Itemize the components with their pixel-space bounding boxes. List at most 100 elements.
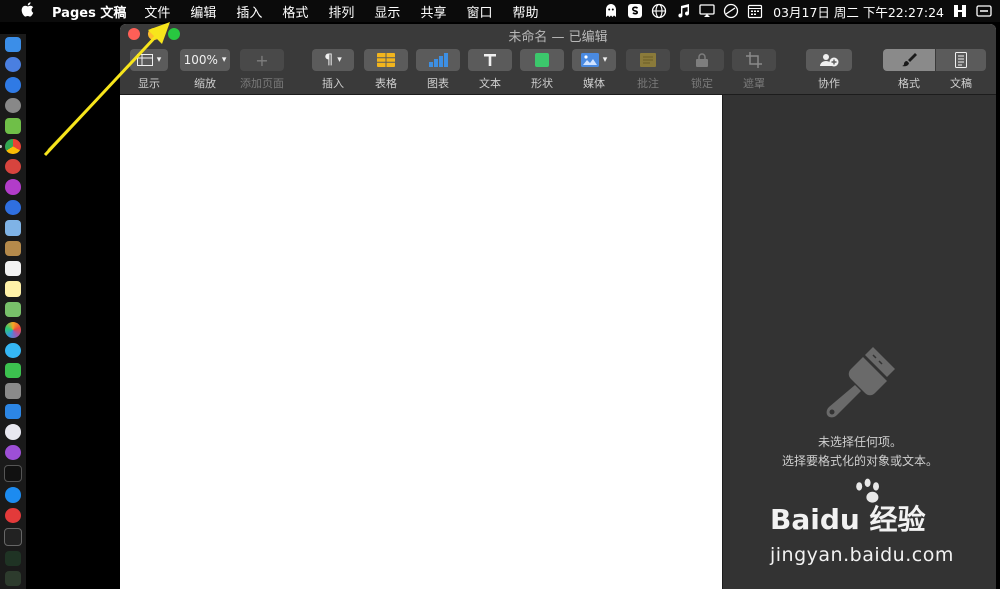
wiki-icon[interactable] [952,3,968,19]
document-tab-button[interactable] [936,49,986,71]
menu-share[interactable]: 共享 [420,2,446,21]
safari-compass-icon[interactable] [5,77,21,93]
switch-icon[interactable] [976,3,992,19]
document-icon [955,52,967,68]
table-label: 表格 [375,77,397,90]
chevron-down-icon: ▾ [602,55,608,65]
chrome-icon[interactable] [0,138,21,154]
podcasts-icon[interactable] [5,444,21,461]
insert-button[interactable]: ¶ ▾ [312,49,354,71]
calendar-app-icon[interactable] [5,260,21,277]
watermark-url: jingyan.baidu.com [770,544,954,566]
menu-view[interactable]: 显示 [374,2,400,21]
mask-button[interactable] [732,49,776,71]
document-label: 文稿 [950,77,972,90]
add-page-label: 添加页面 [240,77,284,90]
console-icon[interactable] [5,571,21,587]
chart-icon [429,53,448,67]
collaborate-label: 协作 [818,77,840,90]
text-label: 文本 [479,77,501,90]
apple-tv-icon[interactable] [4,465,22,483]
zoom-select[interactable]: 100% ▾ [180,49,230,71]
media-label: 媒体 [583,77,605,90]
apple-icon[interactable] [19,1,35,21]
menu-file[interactable]: 文件 [144,2,170,21]
chart-label: 图表 [427,77,449,90]
finder-icon[interactable] [5,36,21,52]
window-title: 未命名 — 已编辑 [508,30,608,45]
baidu-logo-text: Baidu 经验 [770,503,926,536]
chart-button[interactable] [416,49,460,71]
media-button[interactable]: ▾ [572,49,616,71]
photos-icon[interactable] [5,322,21,338]
preview-icon[interactable] [5,220,21,236]
collaborate-button[interactable] [806,49,852,71]
window-titlebar: 未命名 — 已编辑 ▾ 显示 100% ▾ 缩放 + 添加页面 ¶ ▾ 插入 表… [120,24,996,95]
pilcrow-icon: ¶ [324,52,334,68]
terminal-icon[interactable] [4,528,22,546]
notes-icon[interactable] [5,281,21,297]
itunes-icon[interactable] [5,424,21,440]
menu-help[interactable]: 帮助 [512,2,538,21]
lock-label: 锁定 [691,77,713,90]
comment-icon [640,53,656,67]
siri-icon[interactable] [5,56,21,73]
view-label: 显示 [138,77,160,90]
view-button[interactable]: ▾ [130,49,168,71]
app-name-menu[interactable]: Pages 文稿 [52,2,126,21]
s-icon[interactable] [627,3,643,19]
media-icon [580,53,599,67]
text-button[interactable] [468,49,512,71]
menu-bar: Pages 文稿 文件 编辑 插入 格式 排列 显示 共享 窗口 帮助 03月1… [0,0,1000,22]
sidebar-icon [136,54,153,66]
format-tab-button[interactable] [883,49,935,71]
lock-button[interactable] [680,49,724,71]
menu-insert[interactable]: 插入 [236,2,262,21]
comment-label: 批注 [637,77,659,90]
zoom-value: 100% [183,53,218,67]
document-canvas[interactable] [120,95,722,589]
collaborate-icon [820,54,839,67]
launchpad-icon[interactable] [5,97,21,114]
menu-edit[interactable]: 编辑 [190,2,216,21]
messages-icon[interactable] [5,342,21,358]
notes-brown-icon[interactable] [5,240,21,256]
table-button[interactable] [364,49,408,71]
calendar-icon[interactable] [747,3,763,19]
activity-monitor-icon[interactable] [5,550,21,567]
system-prefs-icon[interactable] [5,383,21,399]
timer-icon[interactable] [723,3,739,19]
zoom-label: 缩放 [194,77,216,90]
shape-label: 形状 [531,77,553,90]
blue-app-icon[interactable] [5,199,21,216]
plus-icon: + [255,50,269,70]
menubar-clock[interactable]: 03月17日 周二 下午22:27:24 [773,2,944,21]
app-store-icon[interactable] [5,487,21,503]
red-app-icon[interactable] [5,158,21,175]
android-icon[interactable] [5,118,21,134]
comment-button[interactable] [626,49,670,71]
maps-icon[interactable] [5,301,21,318]
inspector-empty-hint: 选择要格式化的对象或文本。 [781,454,938,468]
keynote-icon[interactable] [5,403,21,420]
globe-icon[interactable] [651,3,667,19]
add-page-button[interactable]: + [240,49,284,71]
inspector-empty-title: 未选择任何项。 [817,435,902,449]
vivaldi-icon[interactable] [5,507,21,524]
status-area: 03月17日 周二 下午22:27:24 [603,0,1000,22]
chevron-down-icon: ▾ [337,55,342,65]
ghost-icon[interactable] [603,3,619,19]
purple-app-icon[interactable] [5,179,21,195]
paintbrush-placeholder-icon [826,347,895,418]
shape-button[interactable] [520,49,564,71]
chevron-down-icon: ▾ [156,55,162,65]
chevron-down-icon: ▾ [221,55,227,65]
menu-format[interactable]: 格式 [282,2,308,21]
music-icon[interactable] [675,3,691,19]
insert-label: 插入 [322,77,344,90]
mask-label: 遮罩 [743,77,765,90]
facetime-icon[interactable] [5,363,21,379]
menu-arrange[interactable]: 排列 [328,2,354,21]
display-icon[interactable] [699,3,715,19]
menu-window[interactable]: 窗口 [466,2,492,21]
